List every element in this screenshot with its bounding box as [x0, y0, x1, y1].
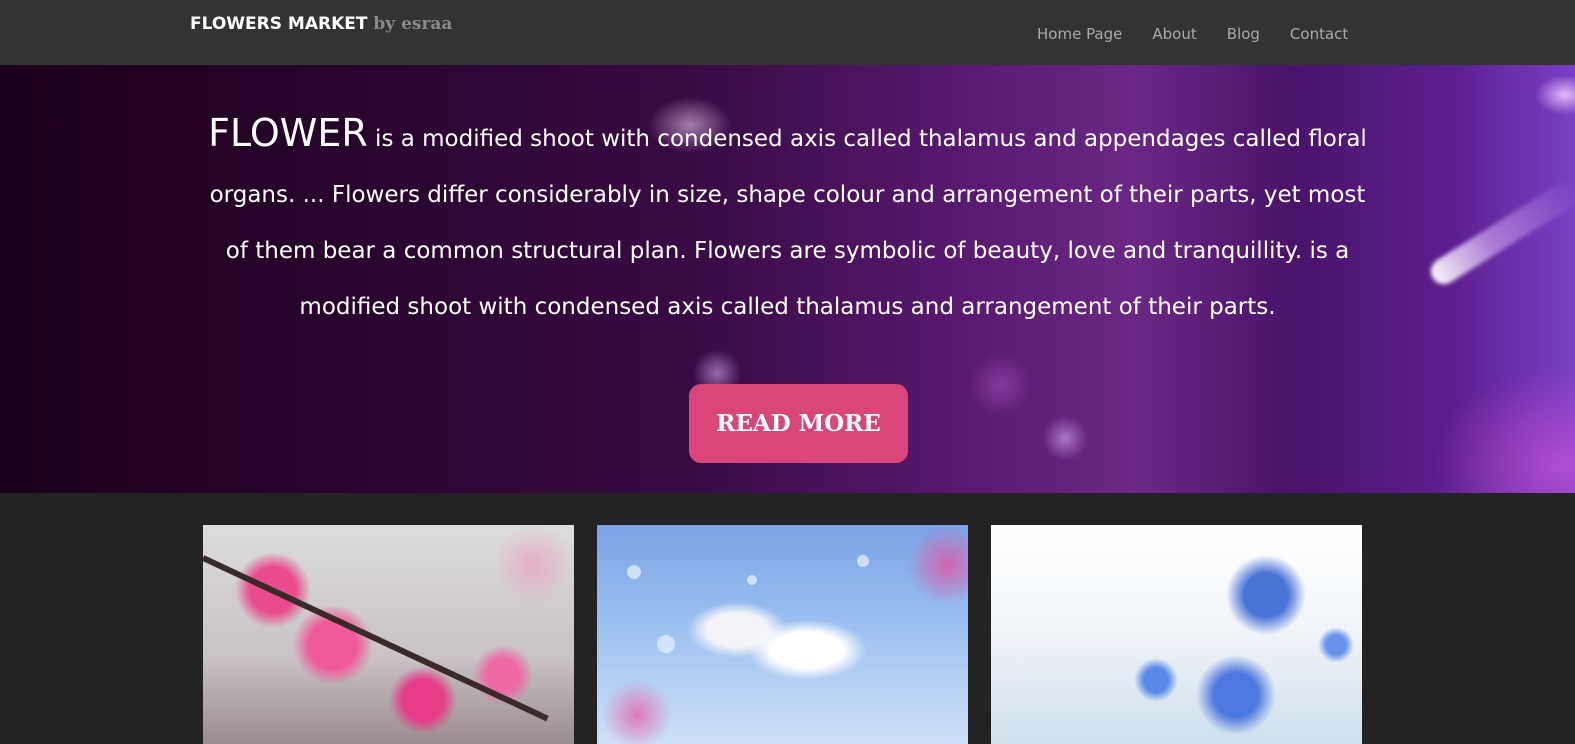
pink-blossom-image[interactable] — [203, 525, 574, 744]
branch-decoration — [203, 555, 549, 722]
nav-blog[interactable]: Blog — [1227, 25, 1260, 43]
nav-home-page[interactable]: Home Page — [1037, 25, 1122, 43]
site-header: FLOWERS MARKET by esraa Home Page About … — [0, 0, 1575, 65]
hero-body-text: is a modified shoot with condensed axis … — [209, 126, 1367, 320]
hero-description: FLOWER is a modified shoot with condense… — [195, 105, 1380, 335]
blue-flowers-image[interactable] — [991, 525, 1362, 744]
nav-contact[interactable]: Contact — [1290, 25, 1348, 43]
hero-lead-word: FLOWER — [208, 111, 368, 155]
bubble-decoration — [747, 575, 757, 585]
white-daisies-image[interactable] — [597, 525, 968, 744]
light-streak-decoration — [1426, 176, 1575, 290]
bubble-decoration — [857, 555, 869, 567]
read-more-button[interactable]: READ MORE — [689, 384, 908, 463]
brand-logo[interactable]: FLOWERS MARKET by esraa — [190, 14, 452, 34]
bubble-decoration — [627, 565, 641, 579]
hero-banner: FLOWER is a modified shoot with condense… — [0, 65, 1575, 493]
brand-suffix: by esraa — [367, 14, 453, 34]
light-glow-decoration — [1535, 75, 1575, 115]
brand-name: FLOWERS MARKET — [190, 14, 368, 34]
nav-about[interactable]: About — [1152, 25, 1196, 43]
main-nav: Home Page About Blog Contact — [1037, 25, 1348, 43]
bubble-decoration — [657, 635, 675, 653]
